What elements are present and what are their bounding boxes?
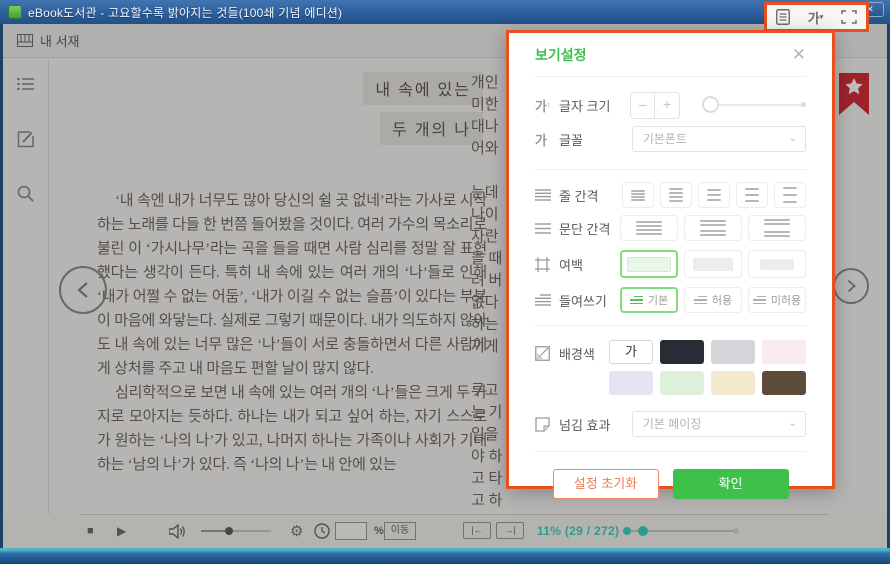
- viewer-settings-icon[interactable]: [776, 9, 790, 25]
- app-logo-icon: [8, 5, 22, 19]
- bg-color-cream-swatch[interactable]: [711, 371, 755, 395]
- fullscreen-icon[interactable]: [841, 10, 857, 24]
- bg-color-white-swatch[interactable]: 가: [609, 340, 653, 364]
- page-turn-effect-value: 기본 페이징: [643, 417, 702, 431]
- margin-option-2[interactable]: [684, 250, 742, 278]
- paragraph-spacing-option-1[interactable]: [620, 215, 678, 241]
- panel-title: 보기설정: [535, 45, 587, 65]
- panel-close-icon[interactable]: ✕: [792, 46, 806, 63]
- font-size-slider[interactable]: [702, 95, 806, 115]
- bg-color-green-swatch[interactable]: [660, 371, 704, 395]
- bg-color-dark-swatch[interactable]: [660, 340, 704, 364]
- page-turn-effect-icon: [535, 417, 559, 432]
- font-size-decrease-button[interactable]: –: [631, 93, 655, 118]
- paragraph-spacing-option-2[interactable]: [684, 215, 742, 241]
- line-spacing-option-2[interactable]: [660, 182, 692, 208]
- paragraph-spacing-icon: [535, 223, 559, 234]
- line-spacing-option-3[interactable]: [698, 182, 730, 208]
- bg-color-gray-swatch[interactable]: [711, 340, 755, 364]
- margin-option-1-selected[interactable]: [620, 250, 678, 278]
- indent-icon: [535, 294, 559, 306]
- font-family-dropdown[interactable]: 기본폰트 ⌄: [632, 126, 806, 152]
- background-color-label: 배경색: [559, 344, 595, 363]
- margin-label: 여백: [559, 255, 583, 274]
- font-size-stepper: – +: [630, 92, 680, 119]
- window-title: eBook도서관 - 고요할수록 밝아지는 것들(100쇄 기념 에디션): [28, 4, 342, 21]
- view-settings-panel: 보기설정 ✕ 가↕ 글자 크기 – + 가 글꼴: [506, 30, 835, 489]
- line-spacing-option-4[interactable]: [736, 182, 768, 208]
- app-window: eBook도서관 - 고요할수록 밝아지는 것들(100쇄 기념 에디션) – …: [0, 0, 890, 564]
- font-family-value: 기본폰트: [643, 132, 687, 146]
- view-tools-highlight-box: 가▾: [764, 2, 869, 32]
- font-family-label: 글꼴: [559, 130, 583, 149]
- bg-color-lavender-swatch[interactable]: [609, 371, 653, 395]
- line-spacing-label: 줄 간격: [559, 186, 599, 205]
- background-color-icon: [535, 346, 559, 361]
- font-size-icon: 가↕: [535, 96, 559, 115]
- indent-option-default-selected[interactable]: 기본: [620, 287, 678, 313]
- paragraph-spacing-label: 문단 간격: [559, 219, 610, 238]
- font-settings-icon[interactable]: 가▾: [808, 8, 823, 27]
- font-size-label: 글자 크기: [559, 96, 610, 115]
- line-spacing-option-1[interactable]: [622, 182, 654, 208]
- paragraph-spacing-option-3[interactable]: [748, 215, 806, 241]
- line-spacing-icon: [535, 189, 559, 201]
- window-bottom-border: [0, 548, 890, 564]
- confirm-button[interactable]: 확인: [673, 469, 789, 499]
- margin-icon: [535, 257, 559, 272]
- font-size-slider-handle[interactable]: [702, 96, 719, 113]
- indent-label: 들여쓰기: [559, 291, 607, 310]
- chevron-down-icon: ⌄: [789, 127, 797, 151]
- page-turn-effect-dropdown[interactable]: 기본 페이징 ⌄: [632, 411, 806, 437]
- line-spacing-option-5[interactable]: [774, 182, 806, 208]
- font-size-increase-button[interactable]: +: [655, 93, 679, 118]
- reset-settings-button[interactable]: 설정 초기화: [553, 469, 659, 499]
- font-family-icon: 가: [535, 130, 559, 149]
- title-bar: eBook도서관 - 고요할수록 밝아지는 것들(100쇄 기념 에디션) – …: [0, 0, 890, 24]
- margin-option-3[interactable]: [748, 250, 806, 278]
- chevron-down-icon: ⌄: [789, 412, 797, 436]
- indent-option-disallow[interactable]: 미허용: [748, 287, 806, 313]
- page-turn-effect-label: 넘김 효과: [559, 415, 610, 434]
- bg-color-brown-swatch[interactable]: [762, 371, 806, 395]
- bg-color-pink-swatch[interactable]: [762, 340, 806, 364]
- indent-option-allow[interactable]: 허용: [684, 287, 742, 313]
